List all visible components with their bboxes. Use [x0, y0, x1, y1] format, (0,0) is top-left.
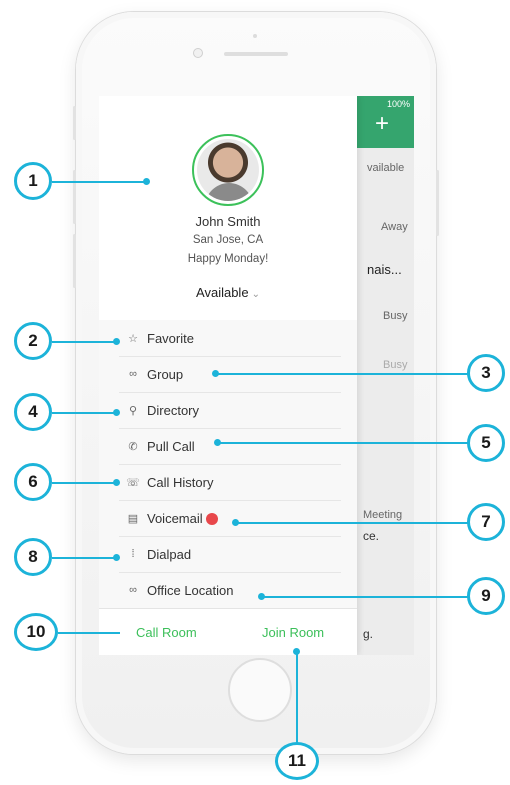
menu-item-label: Voicemail: [147, 510, 203, 526]
bg-status-text: g.: [363, 627, 374, 641]
search-icon: ⚲: [128, 404, 138, 417]
callout-line: [58, 632, 120, 634]
callout-8: 8: [14, 538, 52, 576]
bg-status-text: nais...: [367, 262, 402, 277]
add-icon[interactable]: +: [375, 110, 389, 138]
callout-3: 3: [467, 354, 505, 392]
phone-pull-icon: ✆: [128, 440, 138, 453]
link-icon: ∞: [129, 584, 137, 596]
menu-item-favorite[interactable]: ☆ Favorite: [99, 320, 357, 356]
dialpad-icon: ⁞: [131, 548, 135, 560]
callout-line: [52, 557, 116, 559]
profile-status-message: Happy Monday!: [187, 253, 269, 265]
callout-10: 10: [14, 613, 58, 651]
callout-dot: [113, 554, 120, 561]
voicemail-icon: ▤: [127, 512, 139, 525]
voicemail-badge: [205, 513, 218, 525]
bg-status-text: Away: [381, 221, 408, 233]
navigation-drawer: John Smith San Jose, CA Happy Monday! Av…: [99, 96, 357, 655]
bg-status-text: Meeting: [363, 509, 403, 521]
star-icon: ☆: [128, 332, 138, 345]
callout-line: [52, 181, 144, 183]
avatar-photo: [197, 139, 259, 201]
earpiece-speaker: [224, 52, 288, 56]
call-room-button[interactable]: Call Room: [136, 625, 197, 640]
bg-status-text: vailable: [367, 162, 405, 174]
menu-item-pull-call[interactable]: ✆ Pull Call: [99, 428, 357, 464]
availability-label: Available: [196, 285, 249, 300]
join-room-button[interactable]: Join Room: [262, 625, 324, 640]
front-camera: [193, 48, 203, 58]
volume-up-button: [73, 170, 76, 224]
menu-item-label: Pull Call: [147, 438, 195, 454]
callout-line: [52, 412, 116, 414]
callout-6: 6: [14, 463, 52, 501]
menu-item-label: Office Location: [147, 582, 234, 598]
menu-item-dialpad[interactable]: ⁞ Dialpad: [99, 536, 357, 572]
avatar[interactable]: [192, 134, 264, 206]
bg-status-text: Busy: [383, 359, 408, 371]
callout-dot: [113, 338, 120, 345]
battery-indicator: 100%: [386, 99, 410, 109]
callout-dot: [293, 648, 300, 655]
callout-dot: [232, 519, 239, 526]
callout-dot: [113, 479, 120, 486]
callout-dot: [212, 370, 219, 377]
callout-4: 4: [14, 393, 52, 431]
menu-item-call-history[interactable]: ☏ Call History: [99, 464, 357, 500]
volume-down-button: [73, 234, 76, 288]
proximity-sensor: [253, 34, 257, 38]
availability-selector[interactable]: Available ⌄: [99, 285, 357, 300]
callout-line: [216, 373, 470, 375]
group-icon: ∞: [129, 368, 137, 380]
power-button: [436, 170, 439, 236]
callout-9: 9: [467, 577, 505, 615]
background-header: 100% +: [357, 96, 414, 148]
avatar-shirt: [205, 183, 253, 201]
callout-1: 1: [14, 162, 52, 200]
callout-2: 2: [14, 322, 52, 360]
menu-item-label: Dialpad: [147, 546, 192, 562]
callout-dot: [214, 439, 221, 446]
menu-item-directory[interactable]: ⚲ Directory: [99, 392, 357, 428]
menu-item-label: Directory: [147, 402, 200, 418]
menu-item-voicemail[interactable]: ▤ Voicemail: [99, 500, 357, 536]
callout-line: [296, 652, 298, 746]
menu-item-office-location[interactable]: ∞ Office Location: [99, 572, 357, 608]
callout-dot: [113, 409, 120, 416]
callout-line: [52, 482, 116, 484]
callout-line: [262, 596, 470, 598]
menu-item-label: Call History: [147, 474, 214, 490]
bg-status-text: Busy: [383, 310, 408, 322]
callout-line: [236, 522, 470, 524]
background-contact-list: 100% + vailable Away nais... Busy Busy M…: [357, 96, 414, 655]
callout-5: 5: [467, 424, 505, 462]
callout-11: 11: [275, 742, 319, 780]
callout-dot: [143, 178, 150, 185]
side-button: [73, 106, 76, 140]
profile-name: John Smith: [195, 214, 261, 229]
call-history-icon: ☏: [126, 476, 140, 489]
callout-line: [218, 442, 470, 444]
drawer-footer: Call Room Join Room: [99, 608, 357, 655]
profile-location: San Jose, CA: [192, 234, 264, 246]
callout-line: [52, 341, 116, 343]
callout-dot: [258, 593, 265, 600]
drawer-menu: ☆ Favorite ∞ Group ⚲ Directory ✆ Pull Ca…: [99, 320, 357, 608]
callout-7: 7: [467, 503, 505, 541]
menu-item-label: Group: [147, 366, 184, 382]
bg-status-text: ce.: [363, 529, 380, 543]
home-button[interactable]: [228, 658, 292, 722]
chevron-down-icon: ⌄: [251, 289, 260, 300]
menu-item-label: Favorite: [147, 330, 194, 346]
